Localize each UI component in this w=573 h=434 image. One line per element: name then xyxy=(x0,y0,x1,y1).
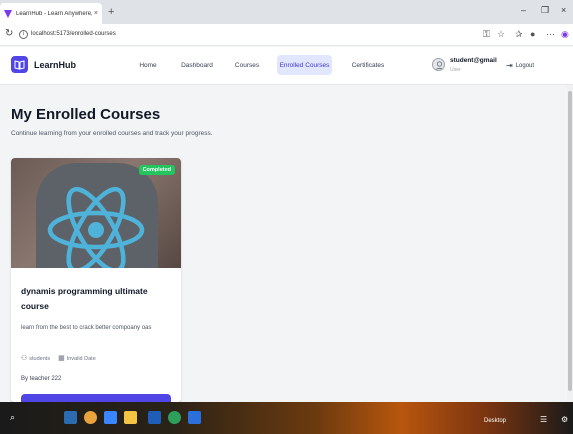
nav-courses[interactable]: Courses xyxy=(228,55,266,75)
course-description: learn from the best to crack better comp… xyxy=(21,325,152,331)
logout-label: Logout xyxy=(515,63,535,69)
profile-icon[interactable]: ● xyxy=(530,29,535,40)
vite-favicon-icon xyxy=(4,9,12,18)
reload-icon[interactable]: ↻ xyxy=(5,28,13,39)
calendar-icon: ▦ xyxy=(58,355,65,362)
nav-home[interactable]: Home xyxy=(131,55,165,75)
course-meta: ⚇ students ▦ Invalid Date xyxy=(21,355,104,362)
tab-title: LearnHub - Learn Anywhere, Any xyxy=(16,10,92,17)
folder-icon[interactable] xyxy=(124,411,137,424)
desktop-label[interactable]: Desktop xyxy=(484,418,506,424)
copilot-icon[interactable]: ◉ xyxy=(561,29,569,40)
user-name: student@gmail xyxy=(450,57,497,64)
avatar[interactable] xyxy=(432,58,445,71)
logo[interactable] xyxy=(11,56,28,73)
windows-taskbar: ⌕ Desktop ☰ ⚙ xyxy=(0,402,573,434)
notification-icon[interactable]: ☰ xyxy=(540,415,547,424)
store-icon[interactable] xyxy=(104,411,117,424)
continue-learning-button[interactable] xyxy=(21,394,171,402)
course-thumbnail: Completed xyxy=(11,158,181,268)
edge-icon[interactable] xyxy=(64,411,77,424)
brand-name[interactable]: LearnHub xyxy=(34,60,76,70)
tab-close-icon[interactable]: × xyxy=(94,10,98,17)
new-tab-button[interactable]: + xyxy=(108,5,114,19)
address-bar: ↻ i localhost:5173/enrolled-courses ⚿ ☆ … xyxy=(0,24,573,46)
status-badge: Completed xyxy=(138,165,175,175)
logout-icon: ⇥ xyxy=(506,61,513,70)
nav-enrolled-courses[interactable]: Enrolled Courses xyxy=(277,55,332,75)
browser-tab[interactable]: LearnHub - Learn Anywhere, Any × xyxy=(0,3,102,24)
key-icon[interactable]: ⚿ xyxy=(483,29,490,40)
book-icon xyxy=(14,60,25,70)
star-icon[interactable]: ☆ xyxy=(497,29,505,40)
chrome-icon[interactable] xyxy=(168,411,181,424)
page-title: My Enrolled Courses xyxy=(11,106,161,123)
search-icon[interactable]: ⌕ xyxy=(10,412,15,423)
nav-dashboard[interactable]: Dashboard xyxy=(175,55,219,75)
user-icon xyxy=(435,61,444,70)
close-window-icon[interactable]: × xyxy=(561,5,566,15)
page-subtitle: Continue learning from your enrolled cou… xyxy=(11,130,213,137)
user-role: User xyxy=(450,67,461,73)
minimize-icon[interactable]: – xyxy=(521,5,526,15)
logout-button[interactable]: ⇥ Logout xyxy=(506,62,534,70)
scrollbar-thumb[interactable] xyxy=(568,91,572,391)
favorites-icon[interactable]: ✰ xyxy=(515,29,523,40)
course-title[interactable]: dynamis programming ultimate course xyxy=(21,284,173,314)
users-icon: ⚇ xyxy=(21,355,28,362)
settings-icon[interactable]: ⚙ xyxy=(561,415,568,424)
nav-certificates[interactable]: Certificates xyxy=(343,55,393,75)
app-icon[interactable] xyxy=(84,411,97,424)
info-icon[interactable]: i xyxy=(19,30,28,39)
course-teacher: By teacher 222 xyxy=(21,376,62,382)
date-label: Invalid Date xyxy=(66,355,96,362)
word-icon[interactable] xyxy=(148,411,161,424)
more-icon[interactable]: ⋯ xyxy=(546,29,555,40)
maximize-icon[interactable]: ❐ xyxy=(541,5,549,16)
page-scrollbar[interactable] xyxy=(567,85,573,402)
browser-tab-strip: LearnHub - Learn Anywhere, Any × + – ❐ × xyxy=(0,0,573,24)
app-header: LearnHub Home Dashboard Courses Enrolled… xyxy=(0,47,573,85)
students-label: students xyxy=(29,355,51,362)
vscode-icon[interactable] xyxy=(188,411,201,424)
url-field[interactable]: localhost:5173/enrolled-courses xyxy=(31,31,116,37)
course-card[interactable]: Completed dynamis programming ultimate c… xyxy=(11,158,181,402)
